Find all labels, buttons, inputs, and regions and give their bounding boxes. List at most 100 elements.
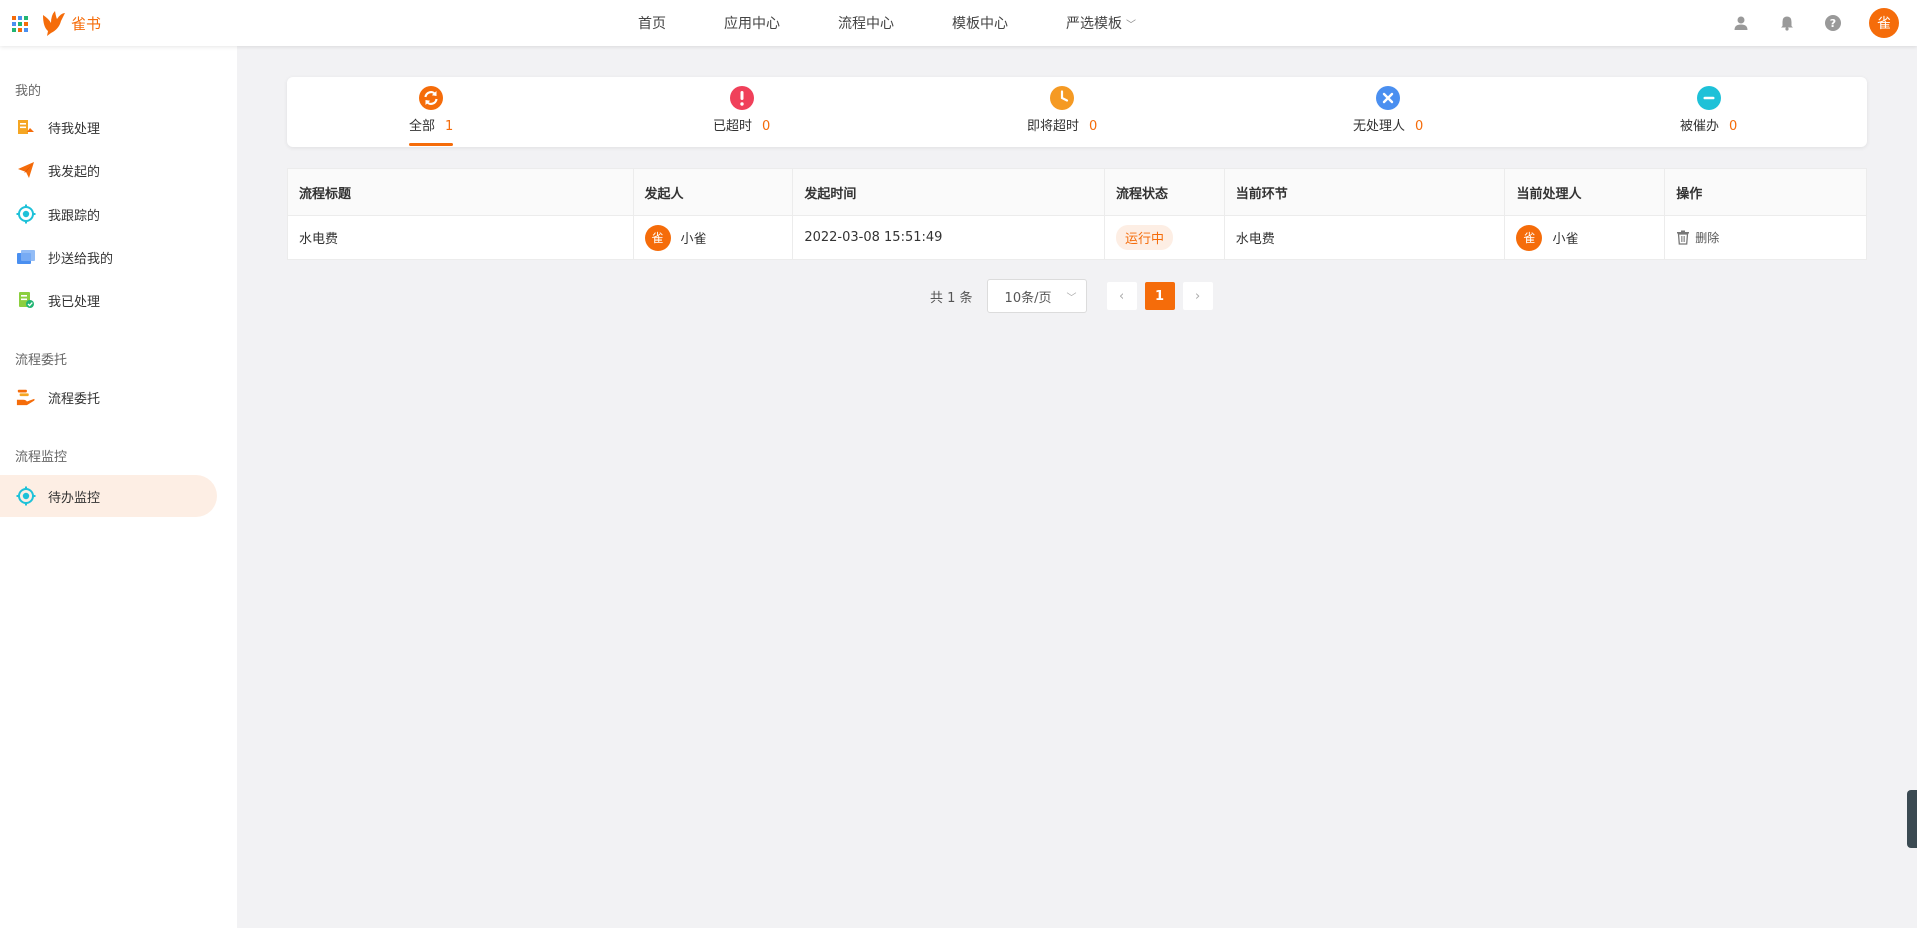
tab-label: 被催办 <box>1680 119 1720 134</box>
tab-no-handler[interactable]: 无处理人 0 <box>1353 77 1423 147</box>
delete-button[interactable]: 删除 <box>1676 229 1719 246</box>
sidebar-item-pending-monitor[interactable]: 待办监控 <box>0 475 217 517</box>
delete-label: 删除 <box>1695 231 1720 245</box>
chevron-right-icon: › <box>1194 288 1201 304</box>
chevron-left-icon: ‹ <box>1118 288 1125 304</box>
avatar: 雀 <box>1516 224 1543 251</box>
tab-label: 已超时 <box>713 119 753 134</box>
paper-plane-icon <box>16 160 36 180</box>
sidebar-item-processed[interactable]: 我已处理 <box>0 279 217 321</box>
tab-count: 1 <box>445 119 454 134</box>
column-header-handler: 当前处理人 <box>1505 169 1666 215</box>
cell-status: 运行中 <box>1105 216 1225 259</box>
tab-all[interactable]: 全部 1 <box>409 77 454 147</box>
sidebar-item-label: 待我处理 <box>48 121 101 137</box>
tab-label: 即将超时 <box>1027 119 1080 134</box>
nav-home[interactable]: 首页 <box>638 13 666 33</box>
tab-count: 0 <box>1415 119 1424 134</box>
todo-icon <box>16 117 36 137</box>
cell-current-step: 水电费 <box>1225 216 1506 259</box>
sidebar: 我的 待我处理 我发起的 我跟踪的 抄送给我的 我已处理 流程委托 流程委托 流… <box>0 46 237 928</box>
minus-circle-icon <box>1696 85 1722 111</box>
chevron-down-icon: ﹀ <box>1126 19 1136 31</box>
sidebar-item-label: 我发起的 <box>48 164 101 180</box>
sidebar-item-label: 我已处理 <box>48 294 101 310</box>
column-header-title: 流程标题 <box>288 169 634 215</box>
sidebar-item-label: 抄送给我的 <box>48 251 114 267</box>
active-tab-indicator <box>409 143 454 146</box>
monitor-icon <box>16 486 36 506</box>
sidebar-item-cc[interactable]: 抄送给我的 <box>0 236 217 278</box>
page-size-select[interactable]: 10条/页 ﹀ <box>986 279 1087 313</box>
nav-app-center[interactable]: 应用中心 <box>724 13 780 33</box>
sidebar-item-tracked[interactable]: 我跟踪的 <box>0 193 217 235</box>
page-number-button[interactable]: 1 <box>1144 282 1175 310</box>
table-row[interactable]: 水电费 雀 小雀 2022-03-08 15:51:49 运行中 水电费 雀 小… <box>288 216 1866 259</box>
pagination: 共 1 条 10条/页 ﹀ ‹ 1 › <box>930 279 1213 313</box>
cell-action: 删除 <box>1665 216 1866 259</box>
tab-urged[interactable]: 被催办 0 <box>1680 77 1737 147</box>
trash-icon <box>1677 230 1690 245</box>
logo-text: 雀书 <box>71 14 102 33</box>
refresh-icon <box>418 85 444 111</box>
process-table: 流程标题 发起人 发起时间 流程状态 当前环节 当前处理人 操作 水电费 雀 小… <box>287 168 1867 260</box>
track-icon <box>16 204 36 224</box>
table-header: 流程标题 发起人 发起时间 流程状态 当前环节 当前处理人 操作 <box>288 169 1866 216</box>
column-header-initiator: 发起人 <box>634 169 794 215</box>
nav-template-center[interactable]: 模板中心 <box>952 13 1008 33</box>
sidebar-item-delegation[interactable]: 流程委托 <box>0 376 217 418</box>
sidebar-item-label: 我跟踪的 <box>48 208 101 224</box>
bird-logo-icon <box>43 11 65 36</box>
prev-page-button[interactable]: ‹ <box>1106 282 1137 310</box>
column-header-action: 操作 <box>1676 186 1703 202</box>
top-nav: 首页 应用中心 流程中心 模板中心 严选模板 ﹀ <box>638 0 1194 46</box>
close-circle-icon <box>1375 85 1401 111</box>
done-doc-icon <box>16 290 36 310</box>
sidebar-group-mine: 我的 <box>15 84 42 99</box>
top-header: 雀书 首页 应用中心 流程中心 模板中心 严选模板 ﹀ ? 雀 <box>0 0 1917 46</box>
handler-name: 小雀 <box>1552 232 1579 247</box>
tab-label: 无处理人 <box>1353 119 1406 134</box>
tab-label: 全部 <box>409 119 436 134</box>
bell-icon[interactable] <box>1777 13 1797 33</box>
logo[interactable]: 雀书 <box>41 7 101 39</box>
user-avatar[interactable]: 雀 <box>1869 8 1899 38</box>
page-size-value: 10条/页 <box>1004 290 1052 306</box>
sidebar-group-delegation: 流程委托 <box>15 353 68 368</box>
nav-process-center[interactable]: 流程中心 <box>838 13 894 33</box>
header-actions: ? 雀 <box>1705 0 1899 46</box>
nav-selected-templates[interactable]: 严选模板 ﹀ <box>1066 13 1136 33</box>
delegate-hand-icon <box>16 387 36 407</box>
total-count: 共 1 条 <box>930 290 973 306</box>
sidebar-item-initiated[interactable]: 我发起的 <box>0 149 217 191</box>
tab-count: 0 <box>1729 119 1738 134</box>
column-header-status: 流程状态 <box>1105 169 1225 215</box>
apps-grid-icon[interactable] <box>12 16 28 32</box>
column-header-start-time: 发起时间 <box>793 169 1105 215</box>
cell-handler: 雀 小雀 <box>1505 216 1666 259</box>
sidebar-item-label: 待办监控 <box>48 490 101 506</box>
help-icon[interactable]: ? <box>1823 13 1843 33</box>
svg-text:?: ? <box>1830 17 1836 30</box>
tab-count: 0 <box>1089 119 1098 134</box>
initiator-name: 小雀 <box>680 232 707 247</box>
floating-side-widget[interactable] <box>1907 790 1917 848</box>
column-header-current-step: 当前环节 <box>1225 169 1506 215</box>
user-icon[interactable] <box>1731 13 1751 33</box>
cell-initiator: 雀 小雀 <box>634 216 794 259</box>
exclamation-icon <box>729 85 755 111</box>
cell-start-time: 2022-03-08 15:51:49 <box>793 216 1105 259</box>
sidebar-group-monitor: 流程监控 <box>15 450 68 465</box>
sidebar-item-label: 流程委托 <box>48 391 101 407</box>
next-page-button[interactable]: › <box>1182 282 1213 310</box>
chevron-down-icon: ﹀ <box>1066 293 1077 304</box>
status-filter-bar: 全部 1 已超时 0 即将超时 0 无处理人 0 被催办 0 <box>287 77 1867 147</box>
clock-icon <box>1049 85 1075 111</box>
tab-due-soon[interactable]: 即将超时 0 <box>1027 77 1097 147</box>
tab-count: 0 <box>762 119 771 134</box>
sidebar-item-pending[interactable]: 待我处理 <box>0 106 217 148</box>
tab-overdue[interactable]: 已超时 0 <box>713 77 770 147</box>
cell-title[interactable]: 水电费 <box>288 216 634 259</box>
cc-icon <box>16 247 36 267</box>
avatar: 雀 <box>644 224 671 251</box>
